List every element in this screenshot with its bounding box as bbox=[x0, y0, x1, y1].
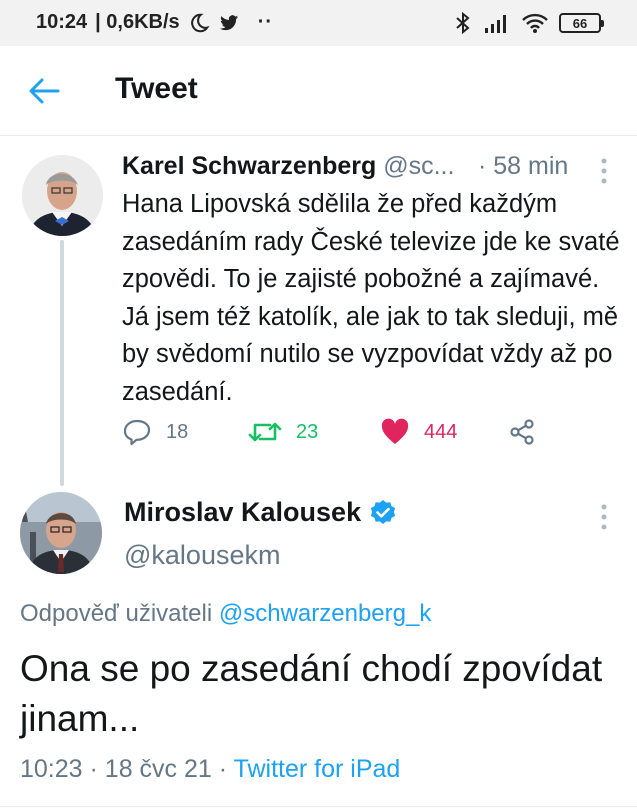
portrait-image bbox=[20, 492, 102, 574]
main-tweet-author[interactable]: Miroslav Kalousek bbox=[124, 497, 397, 528]
page-title: Tweet bbox=[115, 72, 198, 105]
tweet-source-link[interactable]: Twitter for iPad bbox=[234, 755, 401, 783]
main-author-name[interactable]: Miroslav Kalousek bbox=[124, 497, 361, 528]
status-notification-dots: ·· bbox=[257, 11, 274, 33]
meta-separator: · bbox=[218, 755, 228, 783]
status-time: 10:24 bbox=[36, 11, 88, 33]
like-count: 444 bbox=[424, 420, 458, 443]
replying-to-link[interactable]: @schwarzenberg_k bbox=[219, 600, 431, 627]
main-author-handle[interactable]: @kalousekm bbox=[124, 540, 280, 571]
twitter-bird-icon bbox=[219, 14, 238, 30]
main-tweet-text: Ona se po zasedání chodí zpovídat jinam.… bbox=[20, 648, 603, 739]
signal-icon bbox=[485, 15, 506, 33]
battery-icon: 66 bbox=[559, 13, 604, 33]
reply-icon bbox=[123, 419, 151, 446]
moon-icon bbox=[190, 13, 210, 32]
back-button[interactable] bbox=[24, 73, 64, 109]
tweet-header: Tweet bbox=[0, 46, 637, 136]
thread-connector-line bbox=[60, 240, 64, 486]
more-options-icon[interactable] bbox=[596, 156, 612, 186]
parent-tweet-actions: 18 23 444 bbox=[122, 418, 552, 458]
avatar-miroslav-kalousek[interactable] bbox=[20, 492, 102, 574]
more-options-icon[interactable] bbox=[596, 502, 612, 532]
reply-button[interactable]: 18 bbox=[122, 418, 188, 446]
bluetooth-icon bbox=[456, 11, 470, 35]
parent-tweet-text: Hana Lipovská sdělila že před každým zas… bbox=[122, 190, 620, 406]
share-button[interactable] bbox=[508, 418, 536, 446]
share-icon bbox=[510, 419, 534, 445]
retweet-count: 23 bbox=[296, 420, 319, 443]
parent-tweet-time: · 58 min bbox=[478, 152, 569, 180]
status-bar-right: 66 bbox=[453, 11, 604, 35]
retweet-icon bbox=[248, 422, 282, 442]
avatar-karel-schwarzenberg[interactable] bbox=[22, 155, 103, 236]
status-bar-left: 10:24 | 0,6KB/s ·· bbox=[36, 11, 273, 34]
status-bar: 10:24 | 0,6KB/s ·· 66 bbox=[0, 0, 637, 46]
tweet-metadata: 10:23 · 18 čvc 21 · Twitter for iPad bbox=[20, 755, 400, 784]
parent-author-handle[interactable]: @sc... bbox=[383, 152, 454, 180]
meta-separator: · bbox=[89, 755, 98, 783]
battery-level: 66 bbox=[572, 15, 588, 31]
retweet-button[interactable]: 23 bbox=[248, 418, 318, 446]
verified-badge-icon bbox=[370, 499, 396, 524]
replying-to: Odpověď uživateli @schwarzenberg_k bbox=[20, 600, 431, 628]
portrait-image bbox=[22, 155, 103, 236]
heart-filled-icon bbox=[381, 418, 409, 444]
arrow-left-icon bbox=[29, 78, 60, 104]
like-button[interactable]: 444 bbox=[380, 418, 457, 446]
divider bbox=[0, 806, 637, 807]
replying-to-prefix: Odpověď uživateli bbox=[20, 600, 213, 627]
tweet-time: 10:23 bbox=[20, 755, 83, 783]
status-network-speed: | 0,6KB/s bbox=[95, 11, 180, 33]
tweet-date: 18 čvc 21 bbox=[104, 755, 212, 783]
parent-author-name[interactable]: Karel Schwarzenberg bbox=[122, 152, 376, 180]
reply-count: 18 bbox=[166, 420, 189, 443]
wifi-icon bbox=[522, 13, 548, 33]
